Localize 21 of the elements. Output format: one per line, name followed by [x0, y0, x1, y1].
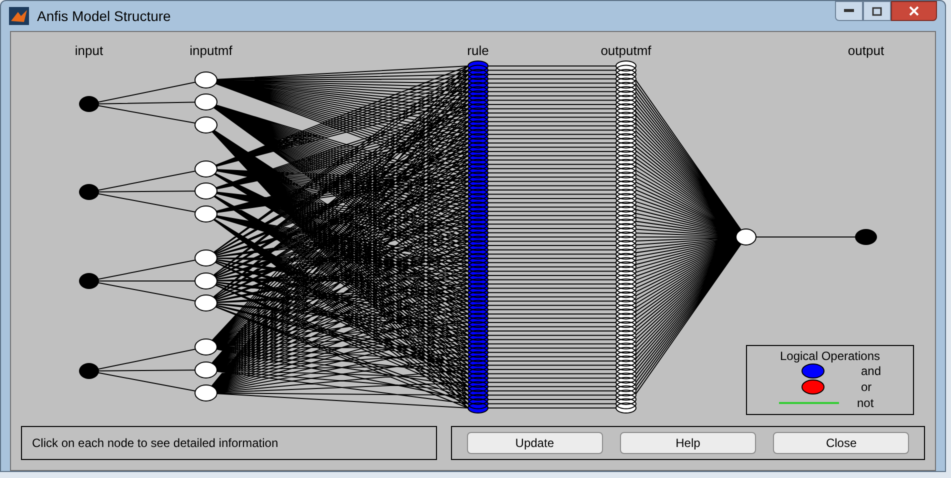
legend-label: and [861, 364, 882, 378]
window-title: Anfis Model Structure [37, 6, 171, 26]
layer-label: inputmf [190, 43, 232, 58]
minimize-icon [844, 9, 854, 13]
layer-label: output [848, 43, 884, 58]
maximize-button[interactable] [863, 1, 891, 21]
minimize-button[interactable] [835, 1, 863, 21]
action-button[interactable]: Update [466, 432, 603, 454]
legend-title: Logical Operations [780, 349, 880, 363]
layer-label: input [74, 43, 104, 58]
status-text: Click on each node to see detailed information [32, 435, 278, 452]
action-button[interactable]: Close [773, 432, 910, 454]
legend-label: not [857, 396, 874, 410]
maximize-icon [872, 6, 882, 16]
layer-label: rule [467, 43, 489, 58]
action-button[interactable]: Help [620, 432, 756, 454]
layer-label: outputmf [600, 43, 652, 58]
close-button[interactable] [891, 1, 937, 21]
app-logo-icon [9, 7, 29, 25]
legend-label: or [861, 380, 872, 394]
close-icon [909, 6, 919, 16]
